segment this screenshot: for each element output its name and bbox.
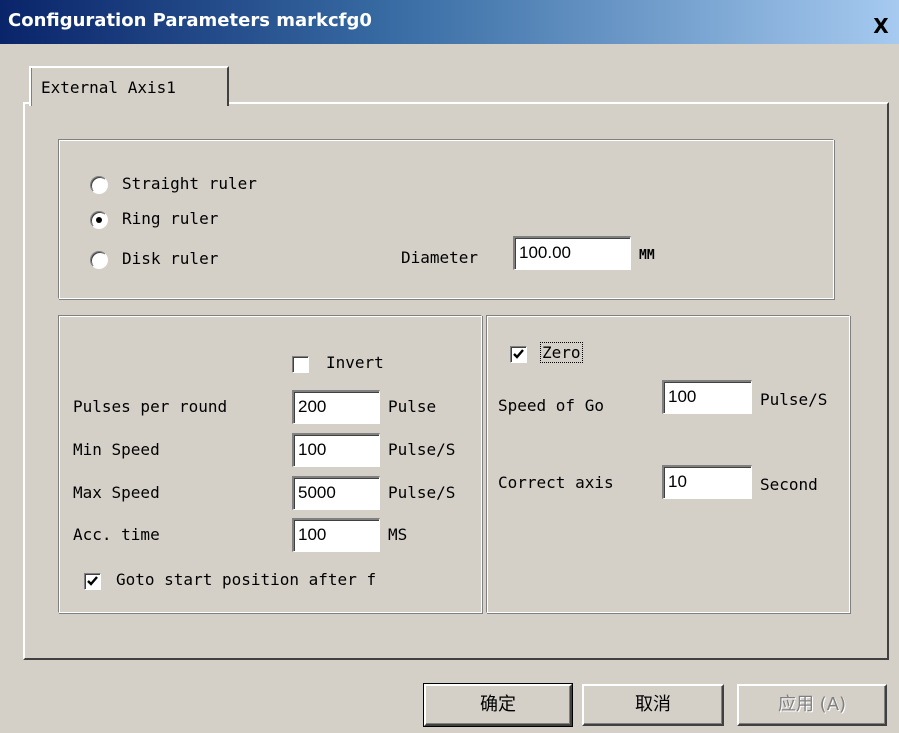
radio-selected-dot bbox=[96, 217, 102, 223]
disk-ruler-label[interactable]: Disk ruler bbox=[122, 249, 218, 268]
max-speed-label: Max Speed bbox=[73, 483, 160, 502]
window-title: Configuration Parameters markcfg0 bbox=[8, 10, 372, 31]
goto-start-checkbox[interactable] bbox=[84, 573, 101, 590]
cancel-button[interactable]: 取消 bbox=[582, 684, 724, 726]
ring-ruler-label[interactable]: Ring ruler bbox=[122, 209, 218, 228]
title-bar[interactable]: Configuration Parameters markcfg0 X bbox=[0, 0, 899, 44]
acc-time-input[interactable]: 100 bbox=[292, 518, 380, 552]
ok-button[interactable]: 确定 bbox=[423, 683, 573, 727]
diameter-unit: MM bbox=[639, 248, 655, 263]
zero-checkbox[interactable] bbox=[510, 346, 527, 363]
ring-ruler-radio[interactable] bbox=[90, 211, 108, 229]
correct-axis-unit: Second bbox=[760, 475, 818, 494]
min-speed-input[interactable]: 100 bbox=[292, 433, 380, 467]
speed-of-go-label: Speed of Go bbox=[498, 396, 604, 415]
invert-label[interactable]: Invert bbox=[326, 353, 384, 372]
disk-ruler-radio[interactable] bbox=[90, 251, 108, 269]
speed-of-go-unit: Pulse/S bbox=[760, 390, 828, 409]
apply-button[interactable]: 应用 (A) bbox=[737, 684, 887, 726]
max-speed-input[interactable]: 5000 bbox=[292, 476, 380, 510]
close-icon[interactable]: X bbox=[868, 14, 894, 38]
max-speed-unit: Pulse/S bbox=[388, 483, 456, 502]
acc-time-label: Acc. time bbox=[73, 525, 160, 544]
diameter-label: Diameter bbox=[401, 248, 479, 267]
invert-checkbox[interactable] bbox=[292, 356, 309, 373]
acc-time-unit: MS bbox=[388, 525, 408, 544]
pulses-per-round-label: Pulses per round bbox=[73, 397, 228, 416]
checkmark-icon bbox=[513, 349, 524, 359]
min-speed-unit: Pulse/S bbox=[388, 440, 456, 459]
min-speed-label: Min Speed bbox=[73, 440, 160, 459]
goto-start-label[interactable]: Goto start position after f bbox=[116, 570, 376, 589]
straight-ruler-label[interactable]: Straight ruler bbox=[122, 174, 257, 193]
correct-axis-input[interactable]: 10 bbox=[662, 465, 752, 499]
pulses-per-round-unit: Pulse bbox=[388, 397, 437, 416]
pulses-per-round-input[interactable]: 200 bbox=[292, 390, 380, 424]
tab-label: External Axis1 bbox=[41, 78, 176, 97]
straight-ruler-radio[interactable] bbox=[90, 176, 108, 194]
zero-label[interactable]: Zero bbox=[540, 342, 583, 363]
tab-external-axis1[interactable]: External Axis1 bbox=[29, 66, 229, 106]
diameter-input[interactable]: 100.00 bbox=[513, 236, 631, 270]
correct-axis-label: Correct axis bbox=[498, 473, 614, 492]
checkmark-icon bbox=[87, 576, 98, 586]
motion-group bbox=[58, 315, 482, 613]
speed-of-go-input[interactable]: 100 bbox=[662, 380, 752, 414]
